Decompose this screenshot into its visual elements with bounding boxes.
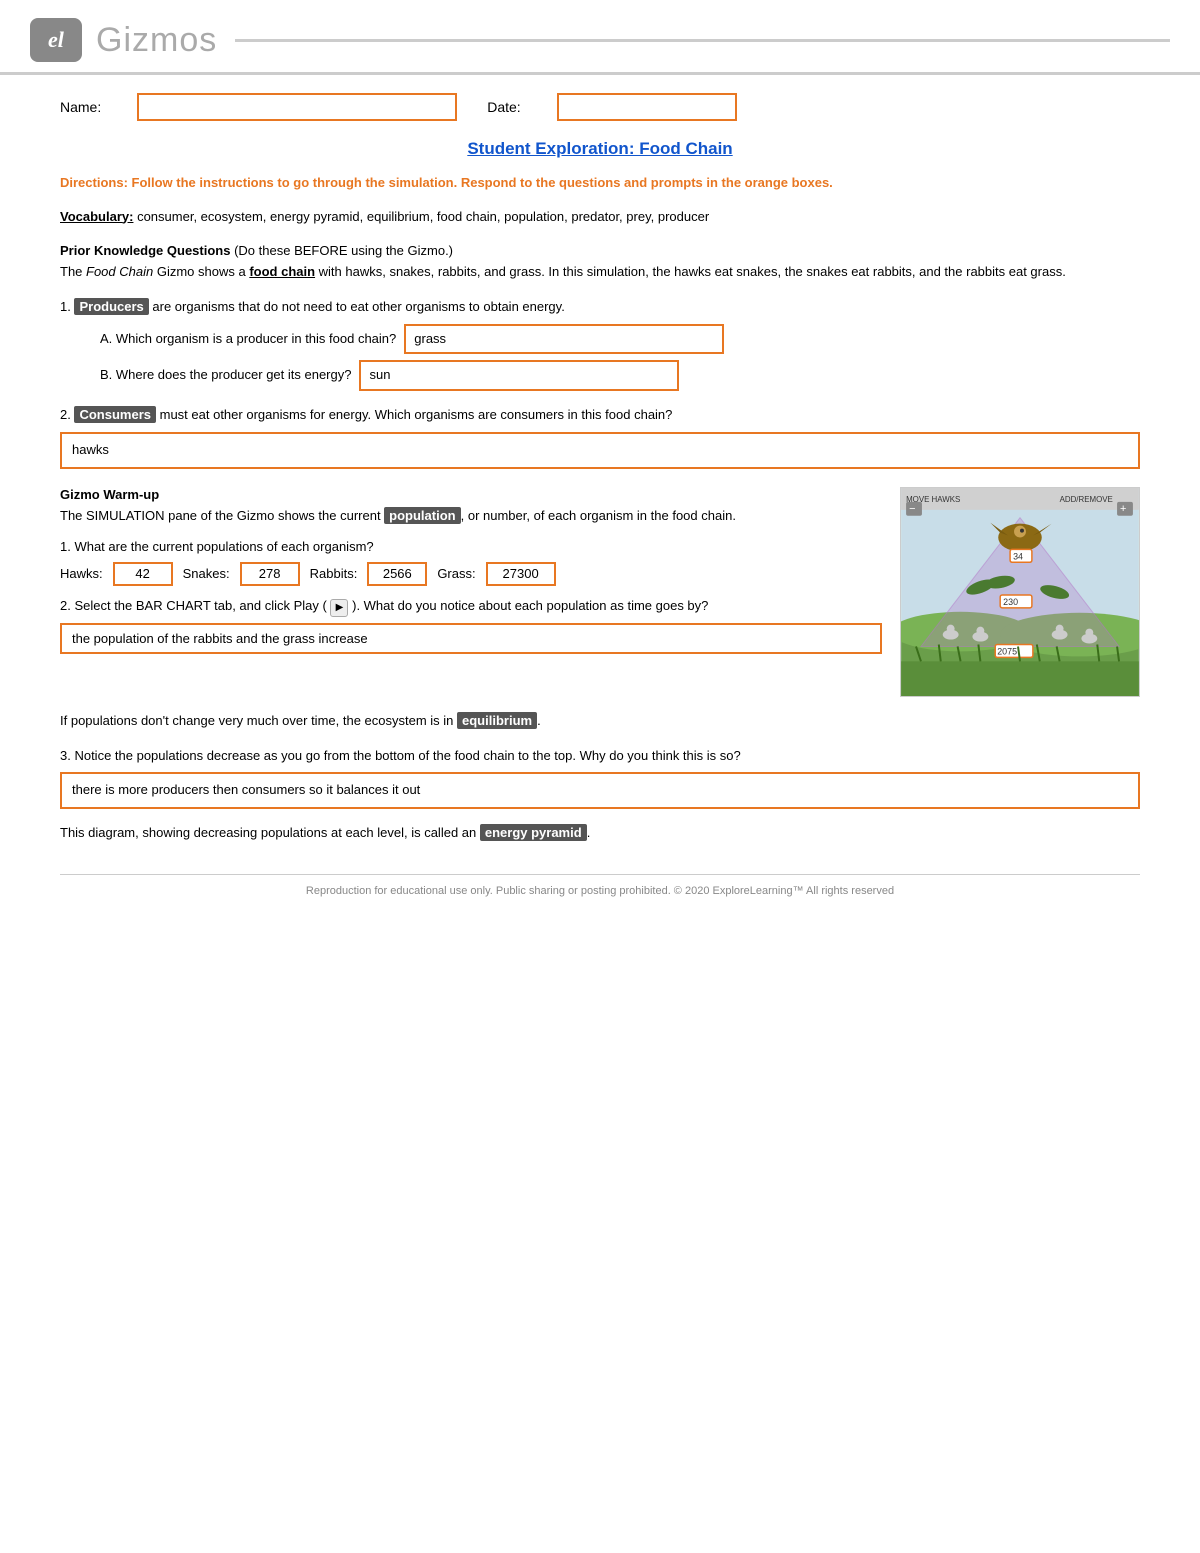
q3-number: 3. Notice the populations decrease as yo… <box>60 748 741 763</box>
prior-knowledge-body-post: with hawks, snakes, rabbits, and grass. … <box>315 264 1066 279</box>
date-input[interactable] <box>557 93 737 121</box>
snakes-label: Snakes: <box>183 566 230 581</box>
svg-text:+: + <box>1120 503 1126 515</box>
prior-knowledge-label: Prior Knowledge Questions <box>60 243 230 258</box>
grass-label: Grass: <box>437 566 475 581</box>
header: el Gizmos <box>0 0 1200 75</box>
energy-pyramid-pre: This diagram, showing decreasing populat… <box>60 825 480 840</box>
directions-text: Directions: Follow the instructions to g… <box>60 173 1140 193</box>
grass-input[interactable]: 27300 <box>486 562 556 586</box>
producers-highlight: Producers <box>74 298 148 315</box>
population-row: Hawks: 42 Snakes: 278 Rabbits: 2566 Gras… <box>60 562 882 586</box>
snakes-input[interactable]: 278 <box>240 562 300 586</box>
energy-pyramid-line: This diagram, showing decreasing populat… <box>60 823 1140 844</box>
food-chain-highlight: food chain <box>249 264 315 279</box>
equilibrium-line: If populations don't change very much ov… <box>60 711 1140 732</box>
warmup-body-pre: The SIMULATION pane of the Gizmo shows t… <box>60 508 384 523</box>
energy-pyramid-end: . <box>587 825 591 840</box>
pop-q2-text: 2. Select the BAR CHART tab, and click P… <box>60 596 882 617</box>
q2-number: 2. <box>60 407 74 422</box>
hawks-input[interactable]: 42 <box>113 562 173 586</box>
prior-knowledge-body-pre: The <box>60 264 86 279</box>
vocab-text: consumer, ecosystem, energy pyramid, equ… <box>137 209 709 224</box>
logo-box: el <box>30 18 82 62</box>
svg-text:34: 34 <box>1013 551 1023 561</box>
warmup-body-post: , or number, of each organism in the foo… <box>461 508 736 523</box>
rabbits-input[interactable]: 2566 <box>367 562 427 586</box>
question-1-block: 1. Producers are organisms that do not n… <box>60 297 1140 391</box>
doc-title: Student Exploration: Food Chain <box>60 139 1140 159</box>
population-highlight: population <box>384 507 460 524</box>
warmup-left: Gizmo Warm-up The SIMULATION pane of the… <box>60 487 882 654</box>
question-2-block: 2. Consumers must eat other organisms fo… <box>60 405 1140 469</box>
name-date-row: Name: Date: <box>60 93 1140 121</box>
play-button-icon: ▶ <box>330 599 348 617</box>
prior-knowledge-section: Prior Knowledge Questions (Do these BEFO… <box>60 241 1140 283</box>
prior-knowledge-body-mid: Gizmo shows a <box>153 264 249 279</box>
svg-text:230: 230 <box>1003 597 1018 607</box>
q2-text: must eat other organisms for energy. Whi… <box>160 407 673 422</box>
q1b-answer[interactable]: sun <box>359 360 679 391</box>
hawks-label: Hawks: <box>60 566 103 581</box>
pop-q2-post: ). What do you notice about each populat… <box>352 598 708 613</box>
warmup-title: Gizmo Warm-up <box>60 487 882 502</box>
name-input[interactable] <box>137 93 457 121</box>
q1a-answer[interactable]: grass <box>404 324 724 355</box>
app-title: Gizmos <box>96 21 217 60</box>
date-label: Date: <box>487 99 520 115</box>
svg-text:ADD/REMOVE: ADD/REMOVE <box>1060 495 1113 504</box>
svg-text:2075: 2075 <box>997 646 1017 656</box>
equilibrium-pre: If populations don't change very much ov… <box>60 713 457 728</box>
vocab-label: Vocabulary: <box>60 209 133 224</box>
logo-icon: el <box>48 27 64 53</box>
rabbits-label: Rabbits: <box>310 566 358 581</box>
prior-knowledge-paren-text: (Do these BEFORE using the Gizmo.) <box>234 243 453 258</box>
svg-text:−: − <box>909 503 915 515</box>
pop-q2-pre: 2. Select the BAR CHART tab, and click P… <box>60 598 327 613</box>
q1-number: 1. <box>60 299 74 314</box>
pop-q3-answer[interactable]: there is more producers then consumers s… <box>60 772 1140 809</box>
consumers-highlight: Consumers <box>74 406 156 423</box>
header-divider <box>235 39 1170 42</box>
pop-q1-text: 1. What are the current populations of e… <box>60 539 882 554</box>
q1b-label: B. Where does the producer get its energ… <box>100 365 351 386</box>
main-content: Name: Date: Student Exploration: Food Ch… <box>0 93 1200 927</box>
vocabulary-section: Vocabulary: consumer, ecosystem, energy … <box>60 207 1140 228</box>
gizmo-warmup-section: Gizmo Warm-up The SIMULATION pane of the… <box>60 487 1140 697</box>
equilibrium-highlight: equilibrium <box>457 712 537 729</box>
food-chain-italic: Food Chain <box>86 264 153 279</box>
q2-answer[interactable]: hawks <box>60 432 1140 469</box>
q1-text: are organisms that do not need to eat ot… <box>152 299 564 314</box>
equilibrium-end: . <box>537 713 541 728</box>
pop-q2-answer[interactable]: the population of the rabbits and the gr… <box>60 623 882 654</box>
question-3-block: 3. Notice the populations decrease as yo… <box>60 746 1140 810</box>
energy-pyramid-highlight: energy pyramid <box>480 824 587 841</box>
gizmo-simulation-image: MOVE HAWKS ADD/REMOVE − + 34 <box>900 487 1140 697</box>
footer: Reproduction for educational use only. P… <box>60 874 1140 897</box>
name-label: Name: <box>60 99 101 115</box>
q1b-row: B. Where does the producer get its energ… <box>100 360 1140 391</box>
warmup-intro: The SIMULATION pane of the Gizmo shows t… <box>60 506 882 527</box>
q1a-row: A. Which organism is a producer in this … <box>100 324 1140 355</box>
q1a-label: A. Which organism is a producer in this … <box>100 329 396 350</box>
